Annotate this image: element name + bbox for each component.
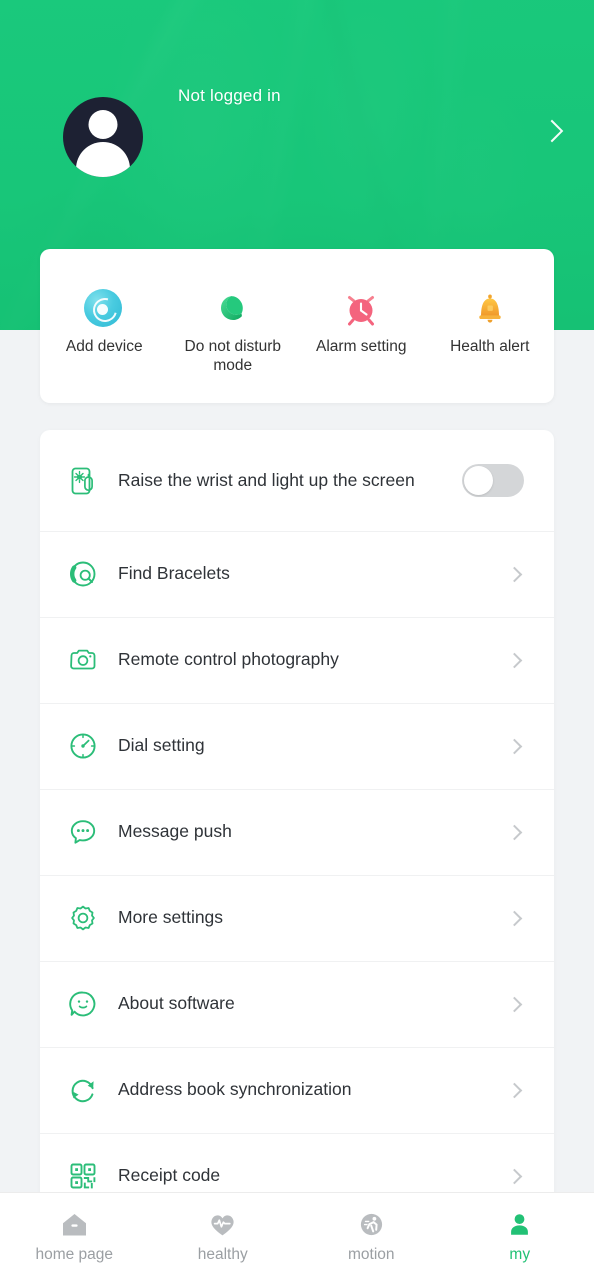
chat-bubble-icon (62, 811, 104, 853)
quick-action-label: Add device (65, 338, 143, 355)
settings-list: Raise the wrist and light up the screen … (40, 430, 554, 1219)
user-avatar-icon[interactable] (63, 97, 143, 177)
home-icon (59, 1209, 89, 1239)
bell-icon (470, 289, 510, 329)
nav-item-healthy[interactable]: healthy (149, 1209, 298, 1264)
alarm-clock-icon (341, 289, 381, 329)
list-item-label: Address book synchronization (118, 1079, 352, 1100)
nav-item-motion[interactable]: motion (297, 1209, 446, 1264)
quick-action-label: Alarm setting (316, 338, 407, 355)
list-item-find-bracelets[interactable]: Find Bracelets (40, 531, 554, 617)
chevron-right-icon[interactable] (506, 1082, 523, 1098)
avatar-head-shape (88, 110, 118, 139)
quick-action-label: Health alert (450, 338, 530, 355)
list-item-address-book-sync[interactable]: Address book synchronization (40, 1047, 554, 1133)
login-status-label[interactable]: Not logged in (178, 86, 281, 106)
list-item-label: Receipt code (118, 1165, 221, 1186)
chevron-right-icon[interactable] (506, 910, 523, 926)
list-item-raise-wrist[interactable]: Raise the wrist and light up the screen (40, 430, 554, 531)
nav-item-my[interactable]: my (446, 1209, 594, 1264)
quick-action-label: Do not disturb mode (184, 338, 282, 375)
sync-refresh-icon (62, 1069, 104, 1111)
chevron-right-icon[interactable] (506, 824, 523, 840)
list-item-label: Find Bracelets (118, 563, 230, 584)
chevron-right-icon[interactable] (506, 1168, 523, 1184)
avatar-body-shape (76, 142, 130, 177)
quick-action-alarm-setting[interactable]: Alarm setting (297, 289, 426, 356)
chevron-right-icon[interactable] (506, 738, 523, 754)
bottom-navigation-bar: home page healthy motion my (0, 1192, 594, 1280)
heart-pulse-icon (208, 1209, 238, 1239)
list-item-label: Message push (118, 821, 232, 842)
nav-item-label: healthy (197, 1246, 248, 1263)
add-device-icon (84, 289, 124, 329)
raise-wrist-toggle[interactable] (462, 464, 524, 497)
list-item-label: Dial setting (118, 735, 205, 756)
running-person-icon (356, 1209, 386, 1239)
list-item-about-software[interactable]: About software (40, 961, 554, 1047)
person-icon (505, 1209, 535, 1239)
dial-gauge-icon (62, 725, 104, 767)
quick-action-do-not-disturb[interactable]: Do not disturb mode (169, 289, 298, 376)
list-item-remote-photography[interactable]: Remote control photography (40, 617, 554, 703)
camera-icon (62, 639, 104, 681)
quick-actions-card: Add device Do not disturb mode Alarm set… (40, 249, 554, 403)
list-item-label: Raise the wrist and light up the screen (118, 469, 415, 490)
list-item-dial-setting[interactable]: Dial setting (40, 703, 554, 789)
list-item-message-push[interactable]: Message push (40, 789, 554, 875)
list-item-label: Remote control photography (118, 649, 339, 670)
profile-row[interactable]: Not logged in (0, 72, 594, 212)
quick-action-add-device[interactable]: Add device (40, 289, 169, 356)
wrist-raise-screen-icon (62, 460, 104, 502)
nav-item-label: home page (35, 1246, 114, 1263)
moon-icon (213, 289, 253, 329)
smiley-face-icon (62, 983, 104, 1025)
quick-action-health-alert[interactable]: Health alert (426, 289, 555, 356)
chevron-right-icon[interactable] (506, 652, 523, 668)
find-bracelet-icon (62, 553, 104, 595)
list-item-label: About software (118, 993, 235, 1014)
nav-item-label: my (509, 1246, 531, 1263)
qr-code-icon (62, 1155, 104, 1197)
app-screen: Not logged in Add device Do not disturb … (0, 0, 594, 1280)
nav-item-label: motion (347, 1246, 395, 1263)
chevron-right-icon[interactable] (506, 566, 523, 582)
list-item-more-settings[interactable]: More settings (40, 875, 554, 961)
gear-icon (62, 897, 104, 939)
toggle-knob (464, 466, 493, 495)
chevron-right-icon[interactable] (506, 996, 523, 1012)
nav-item-home-page[interactable]: home page (0, 1209, 149, 1264)
list-item-label: More settings (118, 907, 224, 928)
